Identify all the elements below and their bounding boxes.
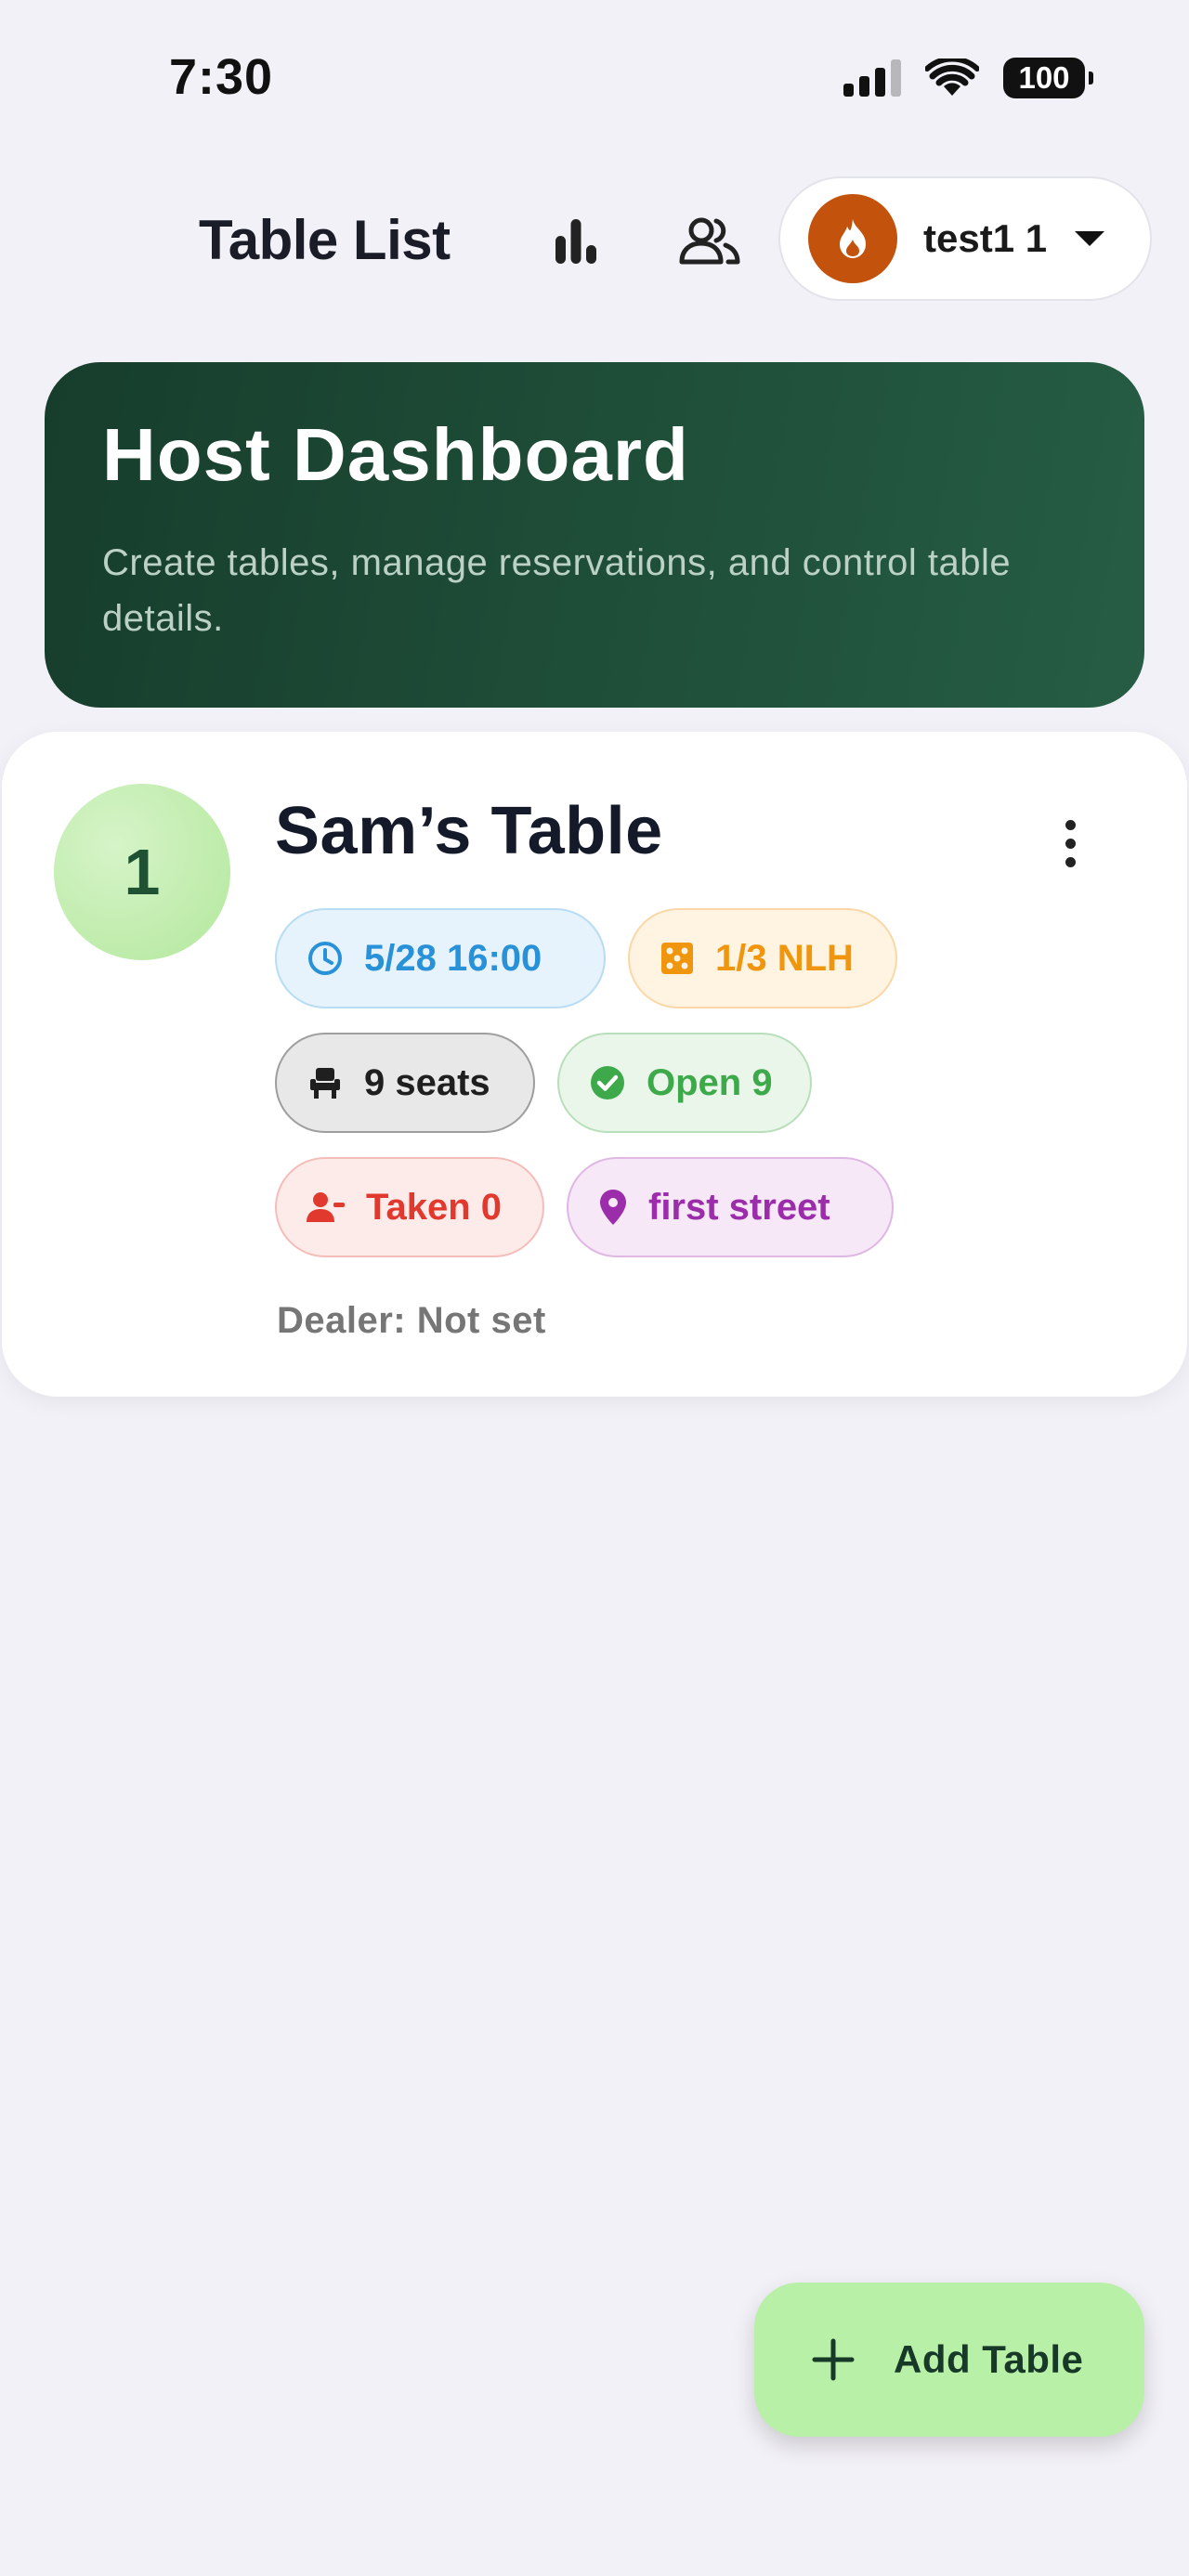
avatar [808, 194, 897, 283]
location-chip: first street [567, 1157, 894, 1257]
table-name: Sam’s Table [275, 794, 663, 868]
host-dashboard-banner: Host Dashboard Create tables, manage res… [45, 362, 1144, 708]
banner-subtitle: Create tables, manage reservations, and … [102, 542, 1012, 639]
check-circle-icon [591, 1066, 624, 1099]
time-chip: 5/28 16:00 [275, 908, 606, 1008]
banner-title: Host Dashboard [102, 413, 689, 496]
game-chip: 1/3 NLH [628, 908, 897, 1008]
open-chip-label: Open 9 [647, 1061, 773, 1103]
add-table-button[interactable]: Add Table [754, 2283, 1144, 2437]
table-number-badge: 1 [54, 784, 230, 960]
plus-icon [812, 2338, 855, 2381]
people-icon [679, 217, 740, 265]
more-options-button[interactable] [1042, 806, 1098, 880]
page-title: Table List [199, 209, 451, 271]
flame-icon [840, 219, 866, 258]
chevron-down-icon [1075, 231, 1105, 246]
taken-chip: Taken 0 [275, 1157, 544, 1257]
wifi-icon [925, 59, 979, 96]
status-icons: 100 [843, 58, 1093, 98]
status-bar: 7:30 100 [0, 0, 1189, 158]
table-card[interactable]: 1 Sam’s Table 5/28 16:00 1/3 NLH 9 seats… [2, 732, 1187, 1397]
battery-level: 100 [1018, 60, 1070, 95]
time-chip-label: 5/28 16:00 [364, 937, 542, 979]
clock-icon [308, 942, 342, 975]
people-button[interactable] [673, 204, 747, 279]
person-remove-icon [307, 1192, 345, 1222]
dice-icon [661, 943, 693, 974]
more-vert-icon [1065, 819, 1076, 830]
stats-button[interactable] [539, 204, 613, 279]
user-menu[interactable]: test1 1 [778, 176, 1152, 301]
status-time: 7:30 [169, 49, 274, 105]
dealer-label: Dealer: Not set [277, 1300, 546, 1341]
bar-chart-icon [555, 219, 596, 264]
add-table-label: Add Table [894, 2337, 1084, 2381]
game-chip-label: 1/3 NLH [715, 937, 854, 979]
signal-icon [843, 59, 901, 97]
open-chip: Open 9 [557, 1033, 812, 1133]
chair-icon [310, 1068, 340, 1099]
battery-icon: 100 [1003, 58, 1093, 98]
taken-chip-label: Taken 0 [366, 1186, 502, 1228]
location-pin-icon [600, 1190, 626, 1225]
seats-chip-label: 9 seats [364, 1061, 490, 1103]
app-header: Table List test1 1 [0, 167, 1189, 316]
location-chip-label: first street [648, 1186, 830, 1228]
seats-chip: 9 seats [275, 1033, 535, 1133]
user-name: test1 1 [923, 216, 1048, 260]
